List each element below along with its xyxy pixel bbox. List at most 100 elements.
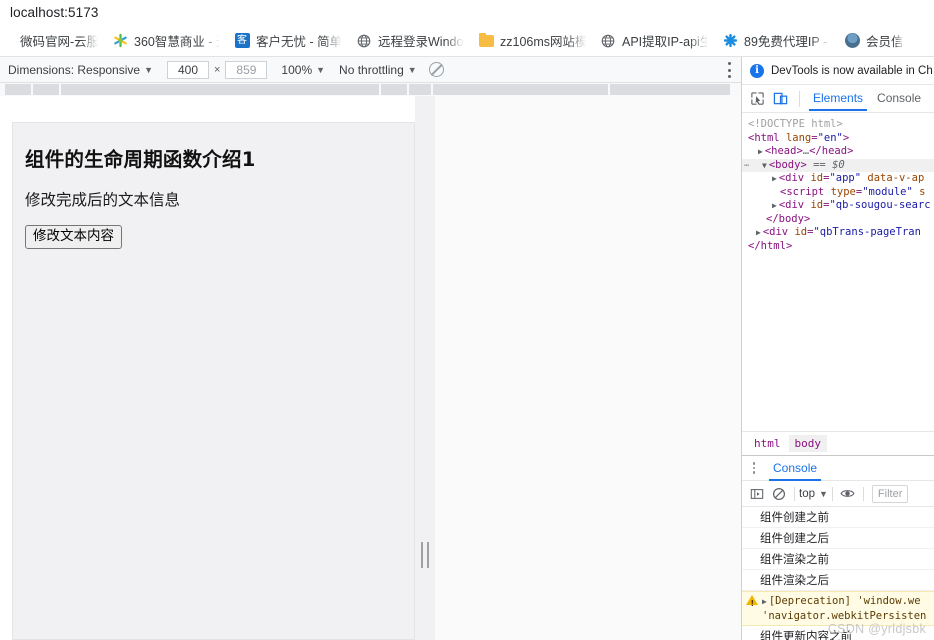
- devtools-panel: i DevTools is now available in Ch Elemen…: [741, 57, 934, 640]
- drawer-tab-console[interactable]: Console: [766, 456, 824, 481]
- dom-node-html-close[interactable]: </html>: [742, 240, 934, 254]
- live-expression-icon[interactable]: [837, 484, 859, 504]
- console-context-dropdown[interactable]: top ▼: [799, 488, 828, 500]
- chevron-right-icon[interactable]: ▶: [756, 226, 761, 240]
- ruler-segment: [5, 84, 31, 95]
- dom-node-body-close[interactable]: </body>: [742, 213, 934, 227]
- bookmark-item-360[interactable]: 360智慧商业 - 无: [106, 29, 226, 53]
- sidebar-glyph: [750, 488, 764, 499]
- warning-text-line1: [Deprecation] 'window.we: [768, 595, 921, 607]
- modify-text-button[interactable]: 修改文本内容: [25, 225, 122, 249]
- viewport-empty-space: [435, 96, 741, 640]
- attr-value-truncated: "qbTrans-pageTran: [813, 226, 921, 238]
- attr-name-truncated: s: [919, 185, 926, 198]
- bookmark-item-api-ip[interactable]: API提取IP-api生成: [594, 29, 714, 53]
- angle-close: >: [785, 239, 793, 252]
- tag-name: div: [769, 226, 789, 238]
- dom-node-script[interactable]: <script type="module" s: [742, 186, 934, 200]
- dom-node-html[interactable]: <html lang="en">: [742, 132, 934, 146]
- viewport-width-input[interactable]: [166, 60, 209, 79]
- toolbar-divider: [831, 486, 833, 501]
- dom-tree[interactable]: <!DOCTYPE html> <html lang="en"> ▶ <head>…: [742, 114, 934, 431]
- viewport-resize-handle[interactable]: [421, 542, 429, 568]
- dom-node-doctype[interactable]: <!DOCTYPE html>: [742, 118, 934, 132]
- chevron-right-icon[interactable]: ▶: [772, 199, 777, 213]
- tag-name: html: [760, 239, 786, 252]
- chevron-right-icon[interactable]: ▶: [762, 597, 767, 606]
- folder-icon: [478, 32, 494, 49]
- node-menu-icon[interactable]: ⋯: [744, 160, 749, 174]
- tag-name: body: [778, 212, 804, 225]
- zoom-dropdown[interactable]: 100% ▼: [281, 63, 325, 77]
- bookmark-item-kefu[interactable]: 客 客户无忧 - 简单实: [228, 29, 348, 53]
- selected-marker: == $0: [813, 158, 845, 171]
- toolbar-divider: [794, 486, 795, 501]
- kebab-dot: [752, 471, 756, 474]
- zoom-label: 100%: [281, 62, 313, 77]
- attr-value: "en": [817, 131, 843, 144]
- bookmark-item-member[interactable]: 会员信: [838, 29, 910, 53]
- console-message-list[interactable]: 组件创建之前 组件创建之后 组件渲染之前 组件渲染之后 ▶[Deprecatio…: [742, 507, 934, 640]
- console-sidebar-icon[interactable]: [746, 484, 768, 504]
- clear-console-icon[interactable]: [768, 484, 790, 504]
- asterisk-icon: [722, 33, 738, 49]
- globe-icon: [356, 33, 372, 49]
- bookmark-item-remote-login[interactable]: 远程登录Window: [350, 29, 470, 53]
- tab-elements[interactable]: Elements: [806, 86, 870, 111]
- viewport-height-input[interactable]: [225, 60, 268, 79]
- bookmark-label: 会员信: [866, 35, 904, 49]
- console-warning-message[interactable]: ▶[Deprecation] 'window.we 'navigator.web…: [742, 591, 934, 626]
- chevron-right-icon[interactable]: ▶: [772, 172, 777, 186]
- emulated-viewport-area: 组件的生命周期函数介绍1 修改完成后的文本信息 修改文本内容: [0, 96, 741, 640]
- inspect-element-icon[interactable]: [747, 89, 767, 109]
- device-toolbar-more-icon[interactable]: [727, 62, 731, 78]
- no-throttle-icon[interactable]: [428, 62, 444, 77]
- viewport-ruler[interactable]: [0, 83, 741, 96]
- dimensions-dropdown[interactable]: Dimensions: Responsive ▼: [8, 63, 153, 77]
- angle-close: >: [842, 131, 850, 144]
- dom-node-div-sougou[interactable]: ▶ <div id="qb-sougou-searc: [742, 199, 934, 213]
- bookmark-label: 远程登录Window: [378, 35, 464, 49]
- drawer-tabbar: Console: [742, 456, 934, 481]
- tab-console[interactable]: Console: [870, 86, 928, 111]
- page-title: 组件的生命周期函数介绍1: [25, 148, 256, 171]
- bookmark-label: 89免费代理IP - 完: [744, 35, 830, 49]
- chevron-right-icon[interactable]: ▶: [758, 145, 763, 159]
- console-filter-input[interactable]: Filter: [871, 484, 909, 503]
- tag-name: body: [775, 158, 801, 171]
- drawer-more-icon[interactable]: [746, 459, 762, 477]
- dom-node-body[interactable]: ⋯ ▼ <body> == $0: [742, 158, 934, 174]
- throttling-dropdown[interactable]: No throttling ▼: [339, 63, 417, 77]
- dom-node-div-qbtrans[interactable]: ▶ <div id="qbTrans-pageTran: [742, 226, 934, 240]
- doctype-text: <!DOCTYPE html>: [748, 118, 843, 130]
- folder-glyph: [478, 32, 494, 47]
- address-bar[interactable]: localhost:5173: [0, 0, 934, 25]
- bookmark-item-weima[interactable]: 微码官网-云服: [0, 29, 104, 53]
- tag-name: html: [754, 131, 780, 144]
- attr-value: "module": [862, 185, 913, 198]
- attr-name: type: [830, 185, 856, 198]
- console-message: 组件渲染之前: [742, 549, 934, 570]
- devtools-notice-bar: i DevTools is now available in Ch: [742, 57, 934, 85]
- ruler-segment: [61, 84, 379, 95]
- chevron-down-icon: ▼: [144, 64, 153, 75]
- kebab-dot: [752, 466, 756, 470]
- breadcrumb-item-body[interactable]: body: [788, 435, 827, 452]
- chevron-down-icon[interactable]: ▼: [762, 159, 767, 173]
- filter-placeholder: Filter: [877, 487, 903, 500]
- bookmark-label: API提取IP-api生成: [622, 35, 708, 49]
- breadcrumb-item-html[interactable]: html: [748, 435, 787, 452]
- dom-node-head[interactable]: ▶ <head>…</head>: [742, 145, 934, 159]
- tag-name: div: [785, 199, 805, 211]
- device-toolbar-icon[interactable]: [770, 89, 790, 109]
- attr-name: id: [794, 226, 808, 238]
- bookmark-item-zz106ms[interactable]: zz106ms网站模板: [472, 29, 592, 53]
- info-icon: i: [750, 63, 764, 78]
- viewport-resize-column: [415, 96, 435, 640]
- bookmark-label: zz106ms网站模板: [500, 35, 586, 49]
- dom-node-div-app[interactable]: ▶ <div id="app" data-v-ap: [742, 172, 934, 186]
- person-icon: [844, 33, 860, 49]
- bookmark-item-89proxy[interactable]: 89免费代理IP - 完: [716, 29, 836, 53]
